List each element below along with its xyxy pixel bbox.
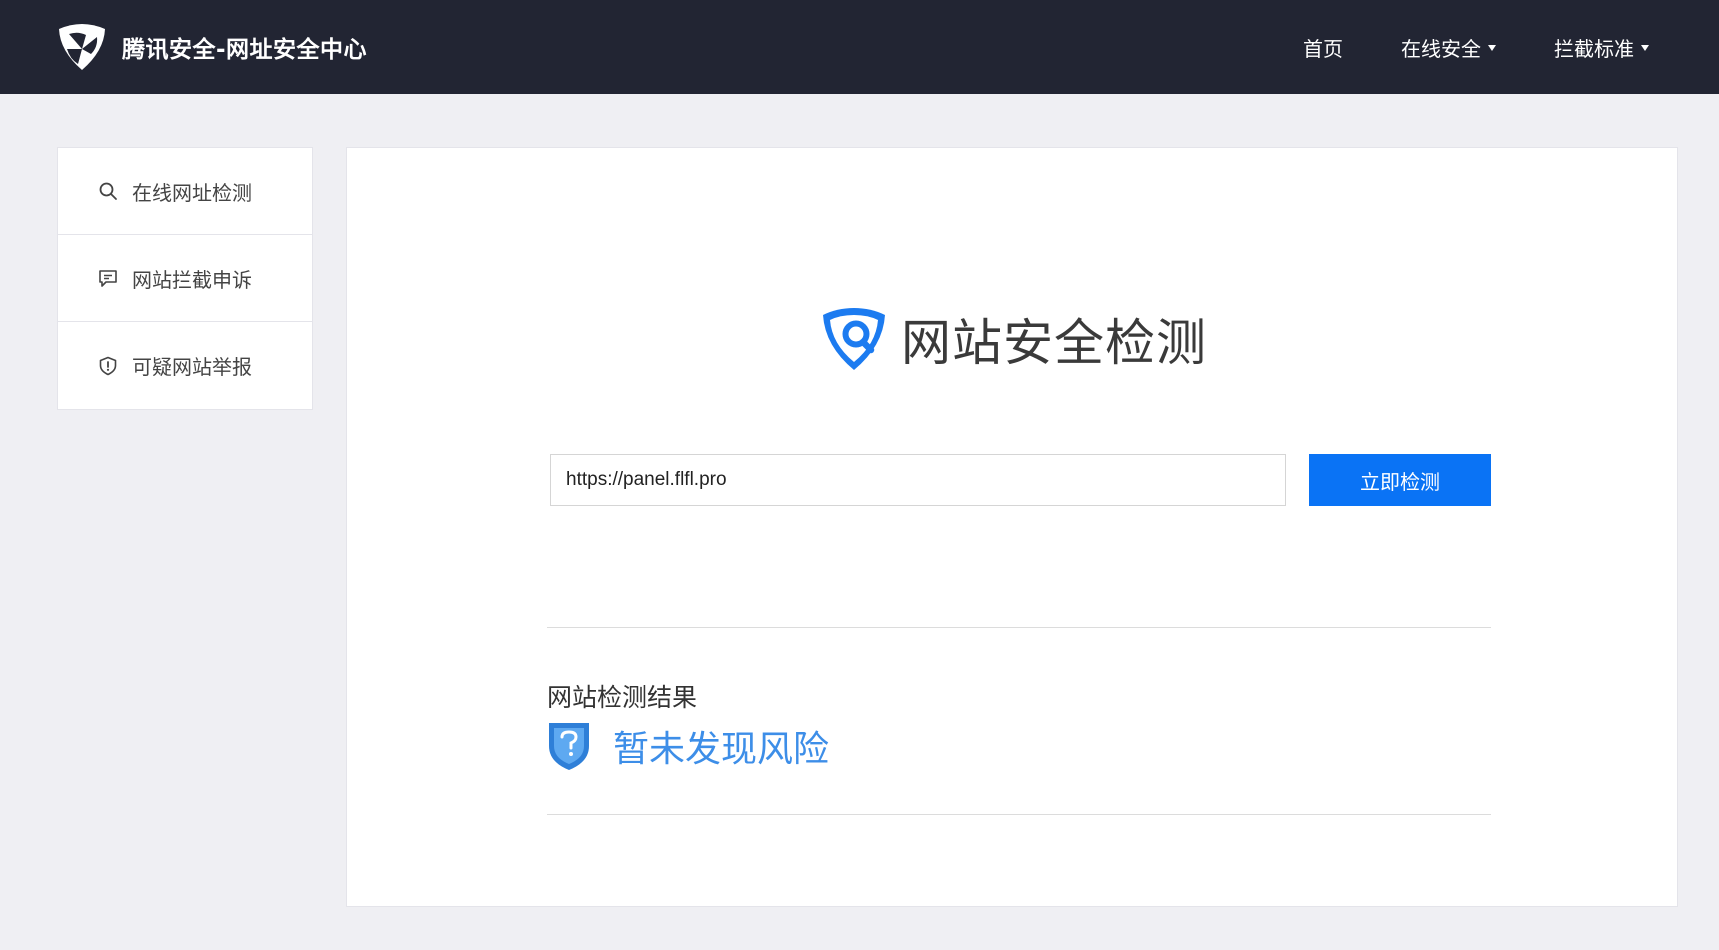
site-title: 腾讯安全-网址安全中心: [122, 37, 368, 63]
sidebar-item-label: 在线网址检测: [132, 180, 252, 205]
nav-block-standard-label: 拦截标准: [1554, 36, 1634, 61]
sidebar-item-label: 可疑网站举报: [132, 355, 252, 379]
main-panel: 网站安全检测 立即检测 网站检测结果 暂未发现风险: [346, 147, 1678, 907]
hero-title: 网站安全检测: [901, 314, 1207, 372]
shield-alert-icon: [98, 356, 118, 376]
nav-home-label: 首页: [1303, 36, 1343, 61]
caret-down-icon: [1488, 45, 1496, 51]
sidebar-item-url-check[interactable]: 在线网址检测: [58, 148, 312, 235]
nav-block-standard[interactable]: 拦截标准: [1554, 33, 1649, 62]
sidebar: 在线网址检测 网站拦截申诉 可疑网站举报: [57, 147, 313, 410]
divider: [547, 627, 1491, 628]
url-input[interactable]: [550, 454, 1286, 506]
nav-online-security-label: 在线安全: [1401, 36, 1481, 61]
sidebar-item-appeal[interactable]: 网站拦截申诉: [58, 235, 312, 322]
result-row: 暂未发现风险: [547, 720, 829, 772]
sidebar-item-label: 网站拦截申诉: [132, 267, 252, 292]
top-navbar: 腾讯安全-网址安全中心 首页 在线安全 拦截标准: [0, 0, 1719, 94]
brand[interactable]: 腾讯安全-网址安全中心: [56, 20, 367, 74]
divider: [547, 814, 1491, 815]
result-status: 暂未发现风险: [613, 729, 830, 770]
caret-down-icon: [1641, 45, 1649, 51]
shield-search-icon: [819, 304, 889, 374]
check-now-button[interactable]: 立即检测: [1309, 454, 1491, 506]
message-icon: [98, 268, 118, 288]
nav-home[interactable]: 首页: [1303, 33, 1343, 62]
main-nav: 首页 在线安全 拦截标准: [1245, 0, 1649, 94]
search-icon: [98, 181, 118, 201]
sidebar-item-report[interactable]: 可疑网站举报: [58, 322, 312, 409]
shield-question-icon: [547, 720, 591, 772]
hero: 网站安全检测: [819, 303, 1207, 375]
tencent-security-logo-icon: [56, 21, 108, 73]
nav-online-security[interactable]: 在线安全: [1401, 33, 1496, 62]
result-label: 网站检测结果: [547, 683, 698, 712]
